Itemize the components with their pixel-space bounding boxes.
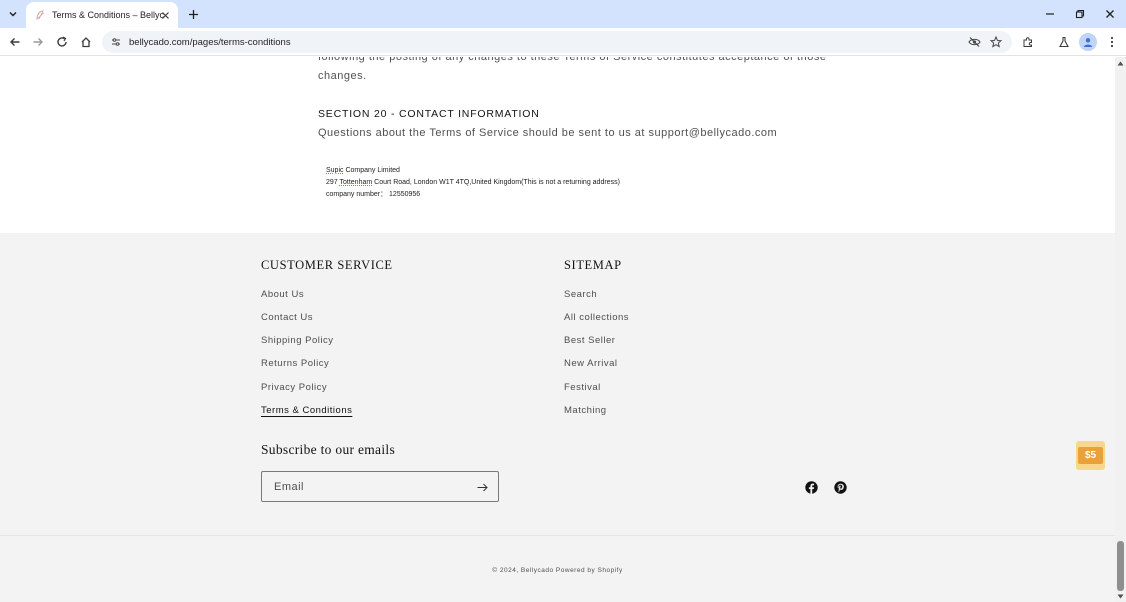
forward-arrow-right-icon[interactable] <box>29 33 47 51</box>
scroll-up-arrow-icon[interactable] <box>1115 58 1126 68</box>
url-text: bellycado.com/pages/terms-conditions <box>129 36 291 48</box>
company-number: company number： 12550956 <box>326 191 421 198</box>
scroll-down-arrow-icon[interactable] <box>1115 591 1126 601</box>
company-name: Supic Company Limited <box>326 167 400 174</box>
back-arrow-left-icon[interactable] <box>6 33 24 51</box>
footer-link-privacy-policy[interactable]: Privacy Policy <box>261 382 327 393</box>
bookmark-star-icon[interactable] <box>988 34 1004 50</box>
profile-person-icon[interactable] <box>1079 33 1097 51</box>
footer-link-all-collections[interactable]: All collections <box>564 312 629 323</box>
active-tab[interactable]: Terms & Conditions – Bellycado <box>26 2 178 28</box>
pinterest-icon[interactable] <box>833 480 847 494</box>
bellycado-favicon-icon <box>34 9 46 21</box>
article-partial-line-end: changes. <box>318 70 367 82</box>
footer-link-festival[interactable]: Festival <box>564 382 601 393</box>
sitemap-heading: SITEMAP <box>564 258 622 272</box>
home-icon[interactable] <box>77 33 95 51</box>
close-window-icon[interactable] <box>1100 4 1120 24</box>
footer-link-matching[interactable]: Matching <box>564 405 607 416</box>
scroll-thumb[interactable] <box>1117 541 1124 591</box>
company-address: 297 Tottenham Court Road, London W1T 4TQ… <box>326 179 620 186</box>
kebab-menu-icon[interactable] <box>1103 33 1121 51</box>
minimize-icon[interactable] <box>1040 4 1060 24</box>
footer-link-terms-conditions[interactable]: Terms & Conditions <box>261 405 352 416</box>
restore-icon[interactable] <box>1070 4 1090 24</box>
footer-link-new-arrival[interactable]: New Arrival <box>564 358 618 369</box>
browser-toolbar: bellycado.com/pages/terms-conditions <box>0 28 1126 56</box>
footer-link-search[interactable]: Search <box>564 289 597 300</box>
browser-tab-strip: Terms & Conditions – Bellycado <box>0 0 1126 28</box>
address-bar[interactable]: bellycado.com/pages/terms-conditions <box>102 31 1012 53</box>
site-footer: CUSTOMER SERVICE About Us Contact Us Shi… <box>0 233 1115 602</box>
copyright-text: © 2024, Bellycado Powered by Shopify <box>492 567 623 574</box>
tab-close-icon[interactable] <box>158 8 172 22</box>
site-info-tune-icon[interactable] <box>110 36 122 48</box>
labs-flask-icon[interactable] <box>1055 33 1073 51</box>
footer-link-shipping-policy[interactable]: Shipping Policy <box>261 335 333 346</box>
contact-text: Questions about the Terms of Service sho… <box>318 127 778 139</box>
page-scrollbar[interactable] <box>1115 57 1126 602</box>
section-heading: SECTION 20 - CONTACT INFORMATION <box>318 108 540 120</box>
subscribe-heading: Subscribe to our emails <box>261 442 396 457</box>
tab-search-chevron-down-icon[interactable] <box>4 5 22 23</box>
reload-icon[interactable] <box>53 33 71 51</box>
footer-divider <box>0 535 1115 536</box>
tab-title: Terms & Conditions – Bellycado <box>52 10 164 20</box>
article-partial-line: following the posting of any changes to … <box>318 57 827 63</box>
footer-link-about-us[interactable]: About Us <box>261 289 304 300</box>
email-field-wrapper <box>261 471 499 502</box>
facebook-icon[interactable] <box>804 480 818 494</box>
email-input[interactable] <box>274 479 464 495</box>
customer-service-heading: CUSTOMER SERVICE <box>261 258 393 272</box>
promo-label: $5 <box>1078 447 1103 464</box>
footer-link-contact-us[interactable]: Contact Us <box>261 312 313 323</box>
subscribe-submit-arrow-right-icon[interactable] <box>474 479 490 495</box>
footer-link-best-seller[interactable]: Best Seller <box>564 335 615 346</box>
page-viewport: following the posting of any changes to … <box>0 57 1115 602</box>
extensions-puzzle-icon[interactable] <box>1019 33 1037 51</box>
company-info: Supic Company Limited 297 Tottenham Cour… <box>326 165 620 201</box>
eye-off-icon[interactable] <box>966 34 982 50</box>
footer-link-returns-policy[interactable]: Returns Policy <box>261 358 329 369</box>
new-tab-plus-icon[interactable] <box>184 5 202 23</box>
promo-coupon-icon[interactable]: $5 <box>1076 441 1105 470</box>
